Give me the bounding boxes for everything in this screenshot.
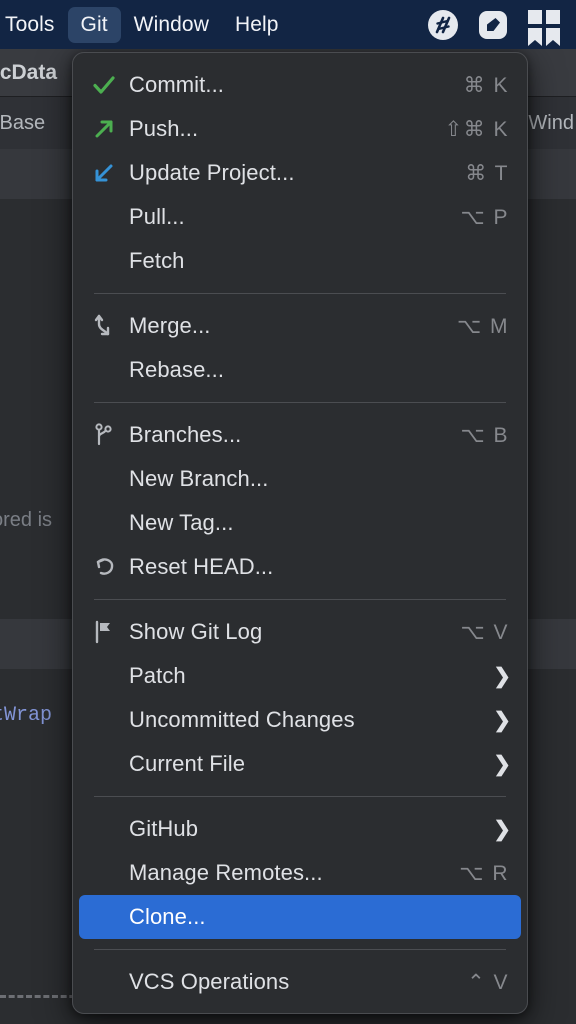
menu-item-shortcut: ⌥ B xyxy=(460,423,509,447)
menu-item-label: Reset HEAD... xyxy=(129,554,274,579)
menu-item-manage-remotes[interactable]: Manage Remotes... ⌥ R xyxy=(79,851,521,895)
reset-icon xyxy=(91,554,121,580)
chevron-right-icon: ❯ xyxy=(493,817,511,841)
menu-item-label: Update Project... xyxy=(129,160,295,185)
menu-item-label: Rebase... xyxy=(129,357,225,382)
breadcrumb-left-label: tBase xyxy=(0,111,46,134)
menu-separator xyxy=(94,599,506,600)
menubar-item-window[interactable]: Window xyxy=(121,7,222,43)
menu-item-label: Manage Remotes... xyxy=(129,860,323,885)
menu-item-label: Uncommitted Changes xyxy=(129,707,355,732)
menu-item-label: Push... xyxy=(129,116,199,141)
menu-item-uncommitted-changes[interactable]: Uncommitted Changes ❯ xyxy=(79,698,521,742)
menu-item-shortcut: ⌥ M xyxy=(456,314,509,338)
menubar-item-git[interactable]: Git xyxy=(67,6,121,43)
editor-keyword-text: tWrap xyxy=(0,704,53,727)
menu-item-label: Pull... xyxy=(129,204,185,229)
menubar-item-help[interactable]: Help xyxy=(222,7,292,43)
menu-item-shortcut: ⌃ V xyxy=(467,970,509,994)
branch-icon xyxy=(91,422,121,448)
menu-item-label: Current File xyxy=(129,751,246,776)
menu-item-shortcut: ⌥ P xyxy=(460,205,509,229)
menu-separator xyxy=(94,949,506,950)
menu-item-patch[interactable]: Patch ❯ xyxy=(79,654,521,698)
menu-item-github[interactable]: GitHub ❯ xyxy=(79,807,521,851)
menu-item-label: Merge... xyxy=(129,313,211,338)
menu-item-label: Patch xyxy=(129,663,186,688)
menu-item-label: Show Git Log xyxy=(129,619,263,644)
menu-separator xyxy=(94,402,506,403)
chevron-right-icon: ❯ xyxy=(493,752,511,776)
menu-item-reset-head[interactable]: Reset HEAD... xyxy=(79,545,521,589)
arrow-up-right-icon xyxy=(91,116,121,142)
menu-item-label: Fetch xyxy=(129,248,185,273)
menu-item-label: Clone... xyxy=(129,904,206,929)
menu-item-shortcut: ⌥ R xyxy=(459,861,509,885)
menu-separator xyxy=(94,796,506,797)
menu-item-label: New Branch... xyxy=(129,466,269,491)
editor-comment-text: ored is xyxy=(0,509,53,531)
menu-item-label: GitHub xyxy=(129,816,199,841)
arrow-down-left-icon xyxy=(91,160,121,186)
checkmark-icon xyxy=(91,72,121,98)
menu-item-shortcut: ⌥ V xyxy=(460,620,509,644)
menu-item-fetch[interactable]: Fetch xyxy=(79,239,521,283)
menu-item-commit[interactable]: Commit... ⌘ K xyxy=(79,63,521,107)
menu-item-label: New Tag... xyxy=(129,510,234,535)
menu-item-vcs-operations[interactable]: VCS Operations ⌃ V xyxy=(79,960,521,1004)
menu-item-pull[interactable]: Pull... ⌥ P xyxy=(79,195,521,239)
macos-menu-bar: Tools Git Window Help xyxy=(0,0,576,49)
menu-item-label: VCS Operations xyxy=(129,969,290,994)
menubar-item-tools[interactable]: Tools xyxy=(0,7,68,43)
menu-item-current-file[interactable]: Current File ❯ xyxy=(79,742,521,786)
menu-item-clone[interactable]: Clone... xyxy=(79,895,521,939)
menu-item-merge[interactable]: Merge... ⌥ M xyxy=(79,304,521,348)
git-dropdown-menu[interactable]: Commit... ⌘ K Push... ⇧⌘ K Update Project...… xyxy=(72,52,528,1014)
menu-item-show-git-log[interactable]: Show Git Log ⌥ V xyxy=(79,610,521,654)
evernote-icon[interactable] xyxy=(476,8,510,42)
menu-item-new-tag[interactable]: New Tag... xyxy=(79,501,521,545)
bookmark-icon[interactable] xyxy=(526,8,560,46)
menu-separator xyxy=(94,293,506,294)
menu-item-label: Branches... xyxy=(129,422,242,447)
menu-item-branches[interactable]: Branches... ⌥ B xyxy=(79,413,521,457)
menu-item-push[interactable]: Push... ⇧⌘ K xyxy=(79,107,521,151)
hyper-icon[interactable] xyxy=(426,8,460,42)
menu-item-new-branch[interactable]: New Branch... xyxy=(79,457,521,501)
menu-item-shortcut: ⌘ K xyxy=(463,73,509,97)
chevron-right-icon: ❯ xyxy=(493,664,511,688)
menu-item-rebase[interactable]: Rebase... xyxy=(79,348,521,392)
chevron-right-icon: ❯ xyxy=(493,708,511,732)
menu-item-label: Commit... xyxy=(129,72,225,97)
editor-tab-label: icData xyxy=(0,60,58,84)
merge-icon xyxy=(91,313,121,339)
menu-item-shortcut: ⌘ T xyxy=(465,161,509,185)
git-log-icon xyxy=(91,619,121,645)
menu-item-update-project[interactable]: Update Project... ⌘ T xyxy=(79,151,521,195)
menu-item-shortcut: ⇧⌘ K xyxy=(444,117,509,141)
